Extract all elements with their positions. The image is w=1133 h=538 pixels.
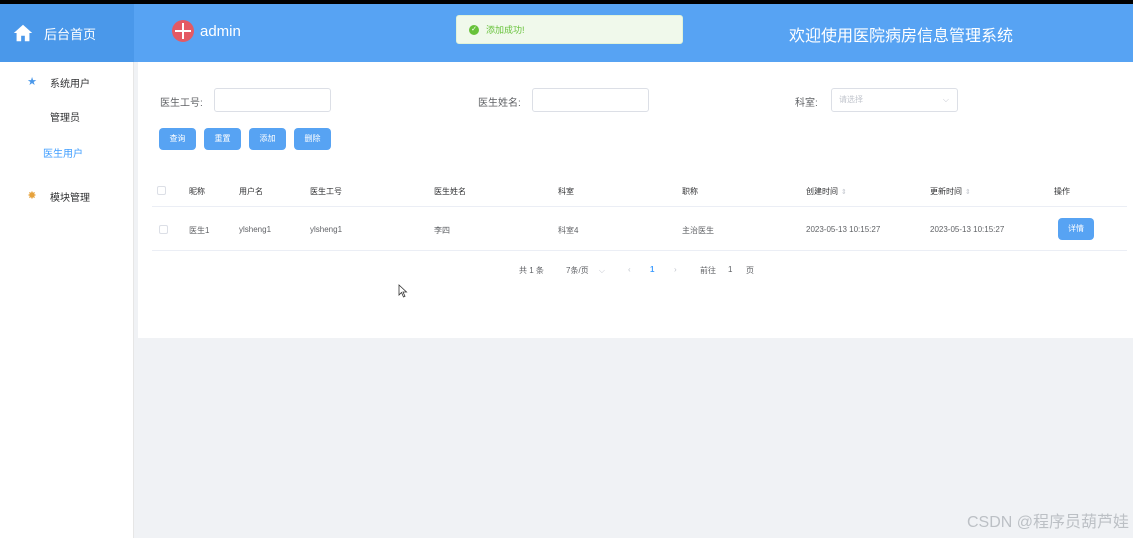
doctor-no-input[interactable] <box>214 88 331 112</box>
gear-icon: ✸ <box>27 190 37 202</box>
column-header-doctor-no: 医生工号 <box>310 187 342 196</box>
doctor-name-label: 医生姓名: <box>478 98 521 109</box>
column-header-username: 用户名 <box>239 187 263 196</box>
row-divider <box>152 250 1127 251</box>
add-button[interactable]: 添加 <box>249 128 286 150</box>
home-link[interactable]: 后台首页 <box>0 4 134 62</box>
cell-nickname: 医生1 <box>189 226 210 235</box>
cell-username: ylsheng1 <box>239 225 272 234</box>
dept-select[interactable]: 请选择 ⌵ <box>831 88 958 112</box>
pagination-total: 共 1 条 <box>519 266 544 275</box>
page-size-select[interactable]: 7条/页 ⌵ <box>566 265 605 276</box>
column-header-nickname: 昵称 <box>189 187 205 196</box>
dept-label: 科室: <box>795 98 818 109</box>
page-unit-label: 页 <box>746 266 754 275</box>
page-number-1[interactable]: 1 <box>650 265 654 274</box>
column-header-label: 更新时间 <box>930 187 962 196</box>
dept-placeholder: 请选择 <box>839 95 863 104</box>
sidebar-item-module-management[interactable]: ✸ 模块管理 <box>0 186 133 206</box>
sidebar-item-admin[interactable]: 管理员 <box>0 109 133 129</box>
cell-created: 2023-05-13 10:15:27 <box>806 225 881 234</box>
column-header-label: 创建时间 <box>806 187 838 196</box>
prev-page-button[interactable]: ‹ <box>628 265 631 274</box>
chevron-down-icon: ⌵ <box>942 95 949 104</box>
chevron-down-icon: ⌵ <box>598 266 605 275</box>
column-header-created[interactable]: 创建时间 ⇕ <box>806 186 847 197</box>
cell-doctor-name: 李四 <box>434 226 450 235</box>
username: admin <box>200 22 241 40</box>
home-icon <box>13 24 33 42</box>
cell-updated: 2023-05-13 10:15:27 <box>930 225 1005 234</box>
row-checkbox[interactable] <box>159 225 168 234</box>
column-header-updated[interactable]: 更新时间 ⇕ <box>930 186 971 197</box>
content-panel: 医生工号: 医生姓名: 科室: 请选择 ⌵ 查询 重置 添加 删除 昵称 用户名… <box>138 62 1133 338</box>
sidebar-item-doctor-users[interactable]: 医生用户 <box>0 145 133 165</box>
column-header-doctor-name: 医生姓名 <box>434 187 466 196</box>
select-all-checkbox[interactable] <box>157 186 166 195</box>
doctor-name-input[interactable] <box>532 88 649 112</box>
sort-icon[interactable]: ⇕ <box>841 189 847 196</box>
avatar <box>172 20 194 42</box>
site-title: 欢迎使用医院病房信息管理系统 <box>788 28 1013 45</box>
next-page-button[interactable]: › <box>674 265 677 274</box>
sidebar-item-system-users[interactable]: ★ 系统用户 <box>0 72 133 92</box>
goto-label: 前往 <box>700 266 716 275</box>
sidebar: ★ 系统用户 管理员 医生用户 ✸ 模块管理 <box>0 62 134 538</box>
home-label: 后台首页 <box>44 26 97 42</box>
check-circle-icon: ✓ <box>469 24 479 35</box>
success-toast: ✓ 添加成功! <box>456 15 683 44</box>
column-header-title: 职称 <box>682 187 698 196</box>
cell-title: 主治医生 <box>682 226 714 235</box>
sidebar-item-label: 模块管理 <box>50 192 90 204</box>
toast-message: 添加成功! <box>486 25 525 35</box>
column-header-dept: 科室 <box>558 187 574 196</box>
watermark: CSDN @程序员葫芦娃 <box>966 514 1129 531</box>
page-size-value: 7条/页 <box>566 266 589 275</box>
sidebar-item-label: 系统用户 <box>50 78 90 90</box>
column-header-actions: 操作 <box>1054 187 1070 196</box>
cell-dept: 科室4 <box>558 226 579 235</box>
reset-button[interactable]: 重置 <box>204 128 241 150</box>
doctor-no-label: 医生工号: <box>160 98 203 109</box>
main-content: 医生工号: 医生姓名: 科室: 请选择 ⌵ 查询 重置 添加 删除 昵称 用户名… <box>134 62 1133 538</box>
detail-button[interactable]: 详情 <box>1058 218 1094 240</box>
star-icon: ★ <box>27 76 37 88</box>
mouse-cursor-icon <box>398 284 408 298</box>
top-header: 后台首页 admin ✓ 添加成功! 欢迎使用医院病房信息管理系统 <box>0 4 1133 62</box>
user-menu[interactable]: admin <box>172 20 241 42</box>
sort-icon[interactable]: ⇕ <box>965 189 971 196</box>
query-button[interactable]: 查询 <box>159 128 196 150</box>
delete-button[interactable]: 删除 <box>294 128 331 150</box>
cell-doctor-no: ylsheng1 <box>310 225 343 234</box>
goto-page-input[interactable]: 1 <box>728 265 732 274</box>
header-divider <box>152 206 1127 207</box>
